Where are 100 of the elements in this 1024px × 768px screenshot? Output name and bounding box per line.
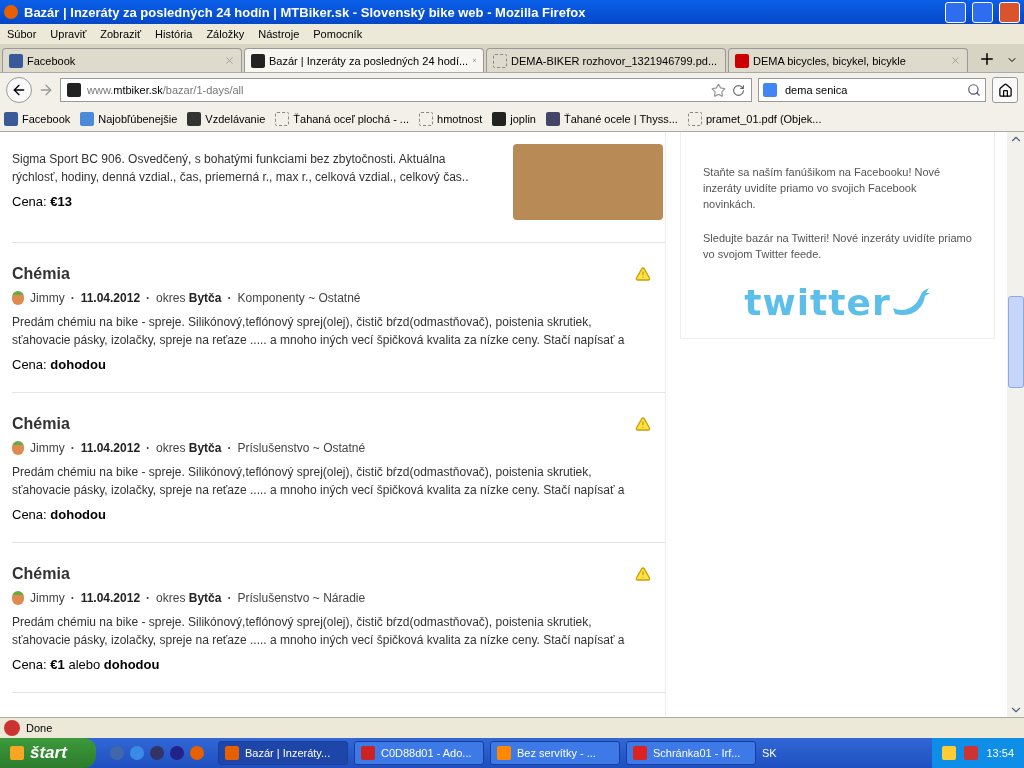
minimize-button[interactable] <box>945 1 966 23</box>
language-indicator[interactable]: SK <box>762 747 797 759</box>
quick-launch-icon[interactable] <box>130 746 144 760</box>
separator-dot: · <box>70 441 75 455</box>
listing-price: Cena: dohodou <box>12 357 107 372</box>
bookmark-icon <box>492 112 507 126</box>
scroll-thumb[interactable] <box>1007 296 1024 388</box>
bookmark-link[interactable]: Vzdelávanie <box>187 112 266 126</box>
start-button[interactable]: štart <box>0 738 96 768</box>
taskbar-button[interactable]: Bez servítky - ... <box>490 741 620 765</box>
listing-title[interactable]: Chémia <box>12 265 70 283</box>
reload-icon[interactable] <box>732 83 745 97</box>
listing-date: 11.04.2012 <box>80 291 141 305</box>
home-icon <box>997 82 1013 98</box>
tray-icon[interactable] <box>942 746 957 760</box>
taskbar-button[interactable]: C0D88d01 - Ado... <box>354 741 484 765</box>
listing-title[interactable]: Chémia <box>12 565 70 583</box>
bookmark-icon <box>419 112 434 126</box>
listing-title[interactable]: Chémia <box>12 415 70 433</box>
warning-icon[interactable] <box>635 566 651 582</box>
bookmark-link[interactable]: joplin <box>492 112 536 126</box>
close-icon[interactable] <box>950 55 961 66</box>
forward-icon[interactable] <box>38 82 54 98</box>
listing-price: Cena: €13 <box>12 194 74 209</box>
menu-item[interactable]: Záložky <box>206 28 245 40</box>
quick-launch-icon[interactable] <box>170 746 184 760</box>
bookmark-link[interactable]: Najobľúbenejšie <box>80 112 178 126</box>
browser-tab[interactable]: DEMA bicycles, bicykel, bicykle <box>728 48 968 72</box>
taskbar-button[interactable]: Schránka01 - Irf... <box>626 741 756 765</box>
listing-date: 11.04.2012 <box>80 441 141 455</box>
status-text: Done <box>26 722 53 734</box>
listing-description: Predám chémiu na bike - spreje. Silikónový,teflónový sprej(olej), čistič bŕzd(odmastňovač), poistenia skrutiek, sťahovacie pásky, izolačky, spreje na reťaze ..... a mnoho iných vecí špičková kvalita za nízke ceny. Stačí napísať a <box>12 314 626 349</box>
search-engine-icon <box>763 83 777 97</box>
tab-icon <box>251 53 265 68</box>
menu-item[interactable]: Súbor <box>7 28 37 40</box>
warning-icon[interactable] <box>635 266 651 282</box>
address-field[interactable]: www.mtbiker.sk/bazar/1-days/all <box>60 78 752 102</box>
quick-launch-icon[interactable] <box>150 746 164 760</box>
bookmark-link[interactable]: Ťahaná oceľ plochá - ... <box>275 112 410 126</box>
menu-item[interactable]: Pomocník <box>313 28 363 40</box>
taskbar-button[interactable]: Bazár | Inzeráty... <box>218 741 348 765</box>
separator-dot: · <box>146 591 151 605</box>
browser-tab[interactable]: DEMA-BIKER rozhovor_1321946799.pd... <box>486 48 726 72</box>
search-bar[interactable]: dema senica <box>758 78 986 102</box>
browser-tab[interactable]: Facebook <box>2 48 242 72</box>
listing-price: Cena: €1 alebo dohodou <box>12 657 161 672</box>
listing-district: okres Bytča <box>156 291 222 305</box>
url-text: www.mtbiker.sk/bazar/1-days/all <box>87 84 244 96</box>
separator-dot: · <box>146 441 151 455</box>
maximize-button[interactable] <box>972 1 993 23</box>
listing-category[interactable]: Príslušenstvo ~ Ostatné <box>237 441 366 455</box>
listing-user[interactable]: Jimmy <box>30 591 65 605</box>
tab-icon <box>493 53 507 68</box>
bookmark-link[interactable]: pramet_01.pdf (Objek... <box>687 112 822 126</box>
browser-tab[interactable]: Bazár | Inzeráty za posledných 24 hodí... <box>244 48 484 72</box>
quick-launch-icon[interactable] <box>190 746 204 760</box>
separator-dot: · <box>227 441 232 455</box>
medal-icon <box>12 291 24 305</box>
tab-icon <box>735 53 749 68</box>
scrollbar[interactable] <box>1007 132 1024 717</box>
separator-dot: · <box>70 591 75 605</box>
back-button[interactable] <box>6 77 32 103</box>
close-icon[interactable] <box>224 55 235 66</box>
separator-dot: · <box>70 291 75 305</box>
menu-item[interactable]: História <box>155 28 193 40</box>
listing-category[interactable]: Komponenty ~ Ostatné <box>237 291 361 305</box>
menu-item[interactable]: Nástroje <box>258 28 300 40</box>
site-icon <box>67 83 81 97</box>
bookmark-icon <box>80 112 95 126</box>
search-icon[interactable] <box>967 83 981 97</box>
home-button[interactable] <box>992 77 1018 103</box>
tab-label: DEMA-BIKER rozhovor_1321946799.pd... <box>511 54 718 67</box>
bookmark-link[interactable]: Ťahané ocele | Thyss... <box>545 112 678 126</box>
menu-item[interactable]: Upraviť <box>50 28 87 40</box>
listing-user[interactable]: Jimmy <box>30 291 65 305</box>
tray-icon[interactable] <box>964 746 979 760</box>
listing-user[interactable]: Jimmy <box>30 441 65 455</box>
listing-district: okres Bytča <box>156 441 222 455</box>
bookmark-link[interactable]: hmotnost <box>419 112 483 126</box>
bookmark-star-icon[interactable] <box>711 82 726 98</box>
close-button[interactable] <box>999 1 1020 23</box>
facebook-text: Staňte sa naším fanúšikom na Facebooku! Nové inzeráty uvidíte priamo vo svojich Facebook novinkách. <box>703 165 942 212</box>
clock: 13:54 <box>986 747 1014 759</box>
new-tab-icon[interactable] <box>978 50 996 68</box>
window-title: Bazár | Inzeráty za posledných 24 hodín | MTBiker.sk - Slovenský bike web - Mozilla Firefox <box>24 4 587 20</box>
warning-icon[interactable] <box>635 416 651 432</box>
listing-date: 11.04.2012 <box>80 591 141 605</box>
listing-price: Cena: dohodou <box>12 507 107 522</box>
twitter-text: Sledujte bazár na Twitteri! Nové inzeráty uvidíte priamo vo svojom Twitter feede. <box>703 231 972 262</box>
listing-description: Predám chémiu na bike - spreje. Silikónový,teflónový sprej(olej), čistič bŕzd(odmastňovač), poistenia skrutiek, sťahovacie pásky, izolačky, spreje na reťaze ..... a mnoho iných vecí špičková kvalita za nízke ceny. Stačí napísať a <box>12 614 626 649</box>
medal-icon <box>12 591 24 605</box>
menu-item[interactable]: Zobraziť <box>100 28 142 40</box>
separator-dot: · <box>227 591 232 605</box>
bookmark-icon <box>545 112 560 126</box>
listing-category[interactable]: Príslušenstvo ~ Náradie <box>237 591 366 605</box>
tab-icon <box>9 53 23 68</box>
bookmark-link[interactable]: Facebook <box>4 112 71 126</box>
tab-label: Facebook <box>27 54 77 67</box>
bookmark-icon <box>4 112 18 126</box>
listing-district: okres Bytča <box>156 591 222 605</box>
